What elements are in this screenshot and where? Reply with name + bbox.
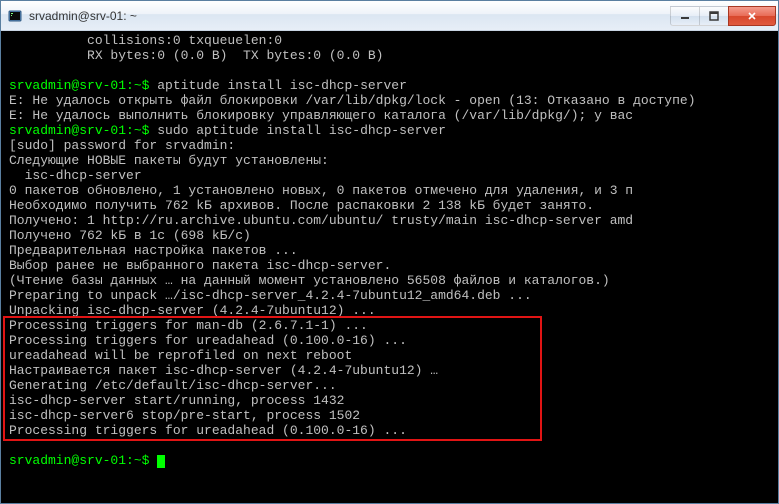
- terminal-line: collisions:0 txqueuelen:0: [9, 33, 772, 48]
- terminal-line: Следующие НОВЫЕ пакеты будут установлены…: [9, 153, 772, 168]
- terminal-line: Generating /etc/default/isc-dhcp-server.…: [9, 378, 772, 393]
- terminal-line: 0 пакетов обновлено, 1 установлено новых…: [9, 183, 772, 198]
- terminal-line: ureadahead will be reprofiled on next re…: [9, 348, 772, 363]
- terminal-line: Processing triggers for ureadahead (0.10…: [9, 423, 772, 438]
- terminal-line: srvadmin@srv-01:~$ sudo aptitude install…: [9, 123, 772, 138]
- terminal-line: srvadmin@srv-01:~$: [9, 453, 772, 468]
- minimize-button[interactable]: [670, 6, 700, 26]
- terminal-line: Получено: 1 http://ru.archive.ubuntu.com…: [9, 213, 772, 228]
- command-text: [149, 453, 157, 468]
- terminal-line: (Чтение базы данных … на данный момент у…: [9, 273, 772, 288]
- terminal-line: Выбор ранее не выбранного пакета isc-dhc…: [9, 258, 772, 273]
- terminal-window: srvadmin@srv-01: ~ collisions:0 txqueuel…: [0, 0, 779, 504]
- terminal-output[interactable]: collisions:0 txqueuelen:0 RX bytes:0 (0.…: [1, 31, 778, 503]
- terminal-line: [sudo] password for srvadmin:: [9, 138, 772, 153]
- command-text: sudo aptitude install isc-dhcp-server: [149, 123, 445, 138]
- terminal-line: Processing triggers for ureadahead (0.10…: [9, 333, 772, 348]
- terminal-line: [9, 63, 772, 78]
- prompt: srvadmin@srv-01:~$: [9, 453, 149, 468]
- cursor: [157, 455, 165, 468]
- terminal-line: isc-dhcp-server: [9, 168, 772, 183]
- terminal-line: Unpacking isc-dhcp-server (4.2.4-7ubuntu…: [9, 303, 772, 318]
- app-icon: [7, 8, 23, 24]
- prompt: srvadmin@srv-01:~$: [9, 123, 149, 138]
- terminal-line: Предварительная настройка пакетов ...: [9, 243, 772, 258]
- terminal-line: isc-dhcp-server start/running, process 1…: [9, 393, 772, 408]
- prompt: srvadmin@srv-01:~$: [9, 78, 149, 93]
- terminal-line: Необходимо получить 762 kБ архивов. Посл…: [9, 198, 772, 213]
- terminal-line: Настраивается пакет isc-dhcp-server (4.2…: [9, 363, 772, 378]
- titlebar[interactable]: srvadmin@srv-01: ~: [1, 1, 778, 31]
- window-controls: [671, 6, 776, 26]
- terminal-line: [9, 438, 772, 453]
- terminal-line: isc-dhcp-server6 stop/pre-start, process…: [9, 408, 772, 423]
- close-button[interactable]: [728, 6, 776, 26]
- terminal-line: Processing triggers for man-db (2.6.7.1-…: [9, 318, 772, 333]
- terminal-line: Получено 762 kБ в 1с (698 kБ/с): [9, 228, 772, 243]
- maximize-button[interactable]: [699, 6, 729, 26]
- terminal-line: srvadmin@srv-01:~$ aptitude install isc-…: [9, 78, 772, 93]
- terminal-line: Preparing to unpack …/isc-dhcp-server_4.…: [9, 288, 772, 303]
- command-text: aptitude install isc-dhcp-server: [149, 78, 406, 93]
- terminal-line: E: Не удалось выполнить блокировку управ…: [9, 108, 772, 123]
- terminal-line: E: Не удалось открыть файл блокировки /v…: [9, 93, 772, 108]
- window-title: srvadmin@srv-01: ~: [29, 9, 671, 23]
- terminal-line: RX bytes:0 (0.0 B) TX bytes:0 (0.0 B): [9, 48, 772, 63]
